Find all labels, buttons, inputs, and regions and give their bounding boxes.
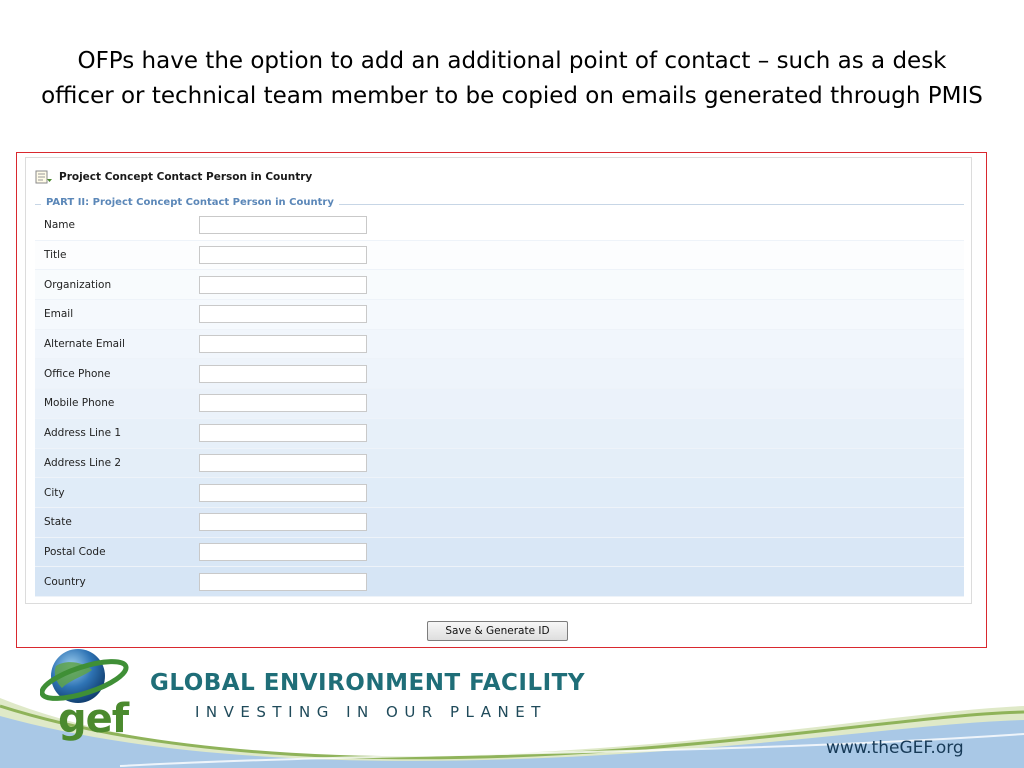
- form-row-alternate-email: Alternate Email: [35, 329, 964, 360]
- form-row-office-phone: Office Phone: [35, 359, 964, 390]
- address-line-2-input[interactable]: [199, 453, 367, 472]
- address-line-1-input[interactable]: [199, 424, 367, 443]
- name-input[interactable]: [199, 216, 367, 235]
- form-row-postal-code: Postal Code: [35, 537, 964, 568]
- form-row-organization: Organization: [35, 270, 964, 301]
- panel-header: Project Concept Contact Person in Countr…: [35, 168, 312, 186]
- save-generate-id-button[interactable]: Save & Generate ID: [427, 621, 568, 641]
- form-row-mobile-phone: Mobile Phone: [35, 389, 964, 419]
- organization-name: GLOBAL ENVIRONMENT FACILITY: [150, 670, 586, 696]
- field-label: Alternate Email: [44, 338, 125, 351]
- slide-title: OFPs have the option to add an additiona…: [41, 48, 983, 109]
- field-label: Title: [44, 249, 67, 262]
- organization-tagline: INVESTING IN OUR PLANET: [195, 703, 547, 721]
- contact-fieldset: PART II: Project Concept Contact Person …: [35, 197, 964, 597]
- form-row-email: Email: [35, 300, 964, 330]
- form-row-address-line-1: Address Line 1: [35, 418, 964, 449]
- field-label: Office Phone: [44, 367, 111, 380]
- form-row-address-line-2: Address Line 2: [35, 448, 964, 479]
- field-label: Organization: [44, 278, 112, 291]
- field-label: Address Line 1: [44, 427, 122, 440]
- alternate-email-input[interactable]: [199, 335, 367, 354]
- form-row-city: City: [35, 478, 964, 508]
- form-row-name: Name: [35, 211, 964, 241]
- highlight-frame: Project Concept Contact Person in Countr…: [16, 152, 987, 648]
- form-row-country: Country: [35, 567, 964, 597]
- form-row-title: Title: [35, 240, 964, 271]
- form-row-state: State: [35, 507, 964, 538]
- gef-logo-text: gef: [58, 696, 129, 742]
- field-label: City: [44, 486, 65, 499]
- field-label: Postal Code: [44, 545, 106, 558]
- field-label: Email: [44, 308, 74, 321]
- fieldset-legend: PART II: Project Concept Contact Person …: [41, 197, 339, 208]
- form-edit-icon: [35, 169, 53, 185]
- field-label: Name: [44, 219, 75, 232]
- field-label: State: [44, 516, 72, 529]
- contact-form-panel: Project Concept Contact Person in Countr…: [25, 157, 972, 604]
- field-label: Mobile Phone: [44, 397, 115, 410]
- field-label: Address Line 2: [44, 456, 122, 469]
- postal-code-input[interactable]: [199, 542, 367, 561]
- mobile-phone-input[interactable]: [199, 394, 367, 413]
- field-label: Country: [44, 575, 86, 588]
- state-input[interactable]: [199, 513, 367, 532]
- panel-header-title: Project Concept Contact Person in Countr…: [59, 171, 313, 183]
- city-input[interactable]: [199, 483, 367, 502]
- country-input[interactable]: [199, 572, 367, 591]
- organization-input[interactable]: [199, 275, 367, 294]
- email-input[interactable]: [199, 305, 367, 324]
- title-input[interactable]: [199, 246, 367, 265]
- office-phone-input[interactable]: [199, 364, 367, 383]
- field-rows: Name Title Organization Email Alternate …: [35, 211, 964, 597]
- website-link[interactable]: www.theGEF.org: [826, 738, 964, 758]
